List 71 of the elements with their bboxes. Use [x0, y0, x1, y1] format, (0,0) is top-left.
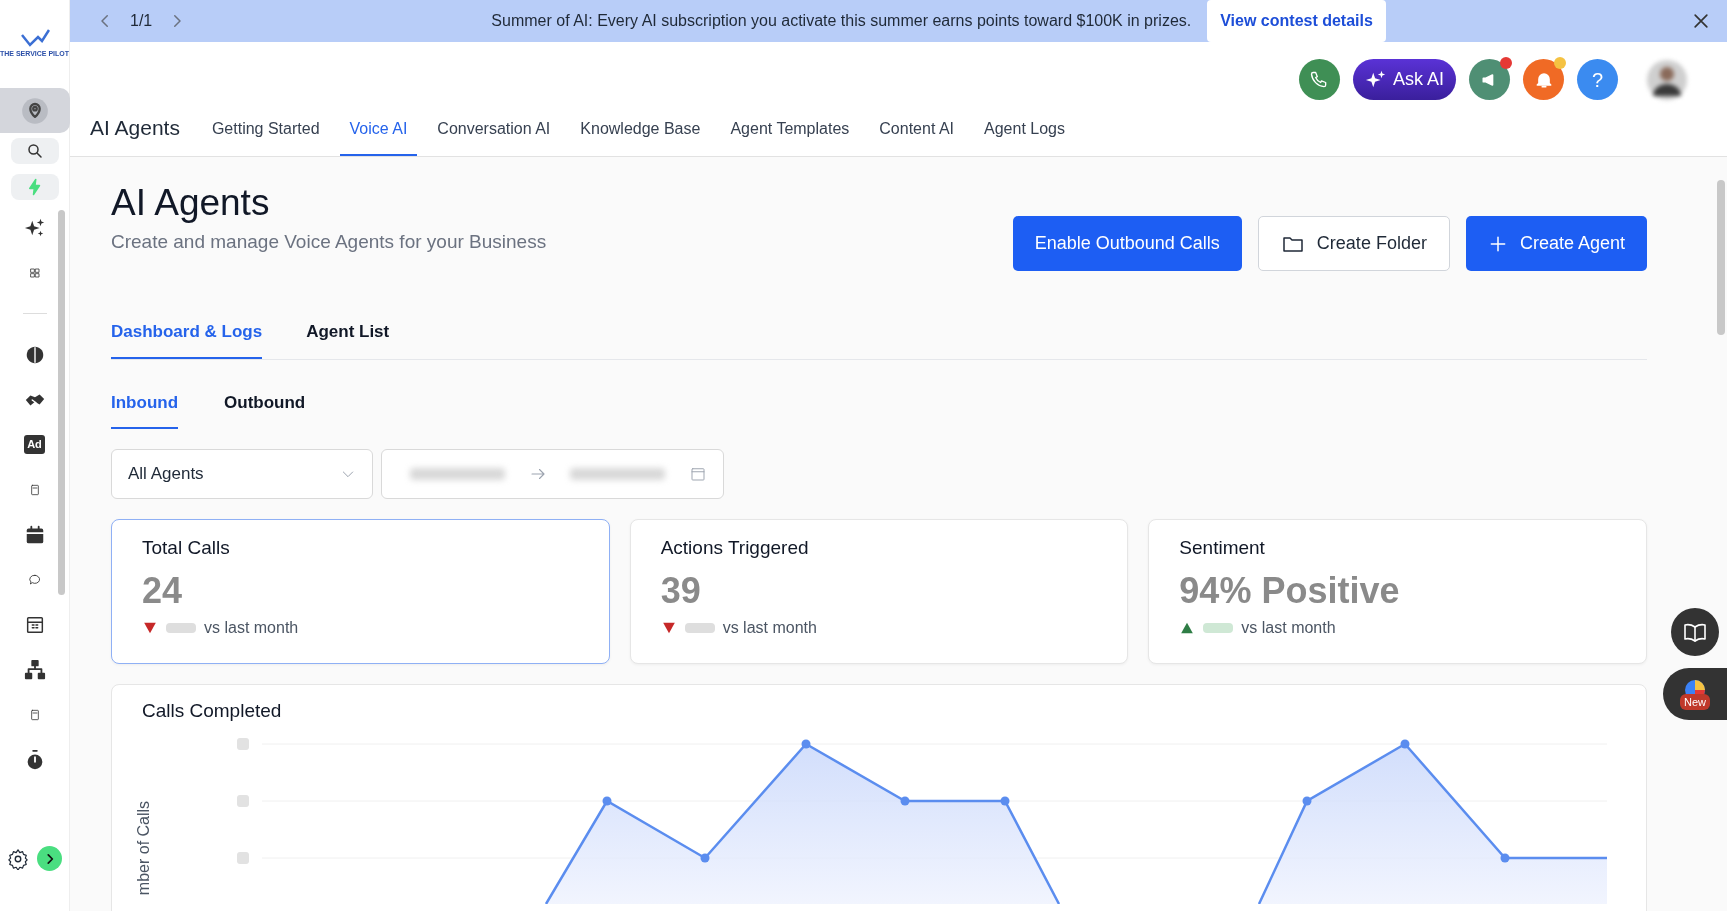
announcements-button[interactable] — [1469, 59, 1510, 101]
card-title: Total Calls — [142, 536, 231, 560]
card-value: 39 — [660, 568, 702, 612]
search-icon — [25, 142, 44, 160]
logo-icon — [19, 28, 50, 49]
data-point — [1500, 853, 1510, 862]
close-icon[interactable] — [1691, 11, 1711, 31]
nav-tab[interactable]: Agent Templates — [720, 117, 860, 156]
nav-tab[interactable]: Conversation AI — [427, 117, 561, 156]
settings-icon[interactable] — [7, 847, 29, 870]
scrollbar[interactable] — [1717, 180, 1725, 335]
stat-card[interactable]: Total Calls 24 vs last month — [111, 519, 610, 664]
date-range-field[interactable] — [381, 449, 724, 499]
whats-new-button[interactable]: New — [1663, 668, 1727, 720]
axis-label: mber of Calls — [134, 800, 154, 895]
nav-tab[interactable]: Agent Logs — [974, 117, 1075, 156]
direction-tab[interactable]: Inbound — [111, 389, 179, 429]
redacted-tick — [237, 851, 249, 864]
data-point — [602, 796, 612, 805]
phone-button[interactable] — [1298, 59, 1340, 101]
sidebar-item[interactable] — [0, 88, 70, 133]
redacted-text — [166, 622, 196, 633]
create-folder-button[interactable]: Create Folder — [1257, 216, 1450, 271]
guide-button[interactable] — [1671, 608, 1719, 656]
redacted-text — [684, 622, 715, 633]
nav-tab[interactable]: Getting Started — [201, 117, 330, 156]
nav-tab[interactable]: Voice AI — [339, 117, 418, 156]
pager-text: 1/1 — [130, 11, 153, 31]
create-agent-button[interactable]: Create Agent — [1465, 216, 1647, 271]
scrollbar[interactable] — [58, 210, 65, 595]
ask-ai-button[interactable]: Ask AI — [1352, 59, 1456, 101]
calendar-icon — [23, 523, 46, 546]
data-point — [700, 853, 710, 862]
redacted-text — [1203, 622, 1234, 633]
agent-select[interactable]: All Agents — [111, 449, 373, 499]
avatar[interactable] — [1645, 57, 1689, 102]
section-tab[interactable]: Agent List — [306, 319, 390, 359]
comparison-text: vs last month — [722, 617, 817, 638]
data-point — [1400, 739, 1410, 748]
redacted-tick — [237, 737, 249, 750]
redacted-tick — [237, 794, 249, 807]
calendar-icon — [688, 465, 707, 483]
stat-card[interactable]: Actions Triggered 39 vs last month — [629, 519, 1129, 664]
sitemap-icon — [23, 658, 46, 681]
section-tab[interactable]: Dashboard & Logs — [111, 319, 263, 359]
card-value: 94% Positive — [1179, 568, 1401, 612]
data-point — [900, 796, 910, 805]
stat-card[interactable]: Sentiment 94% Positive vs last month — [1148, 519, 1647, 664]
nav-tab[interactable]: Content AI — [869, 117, 964, 156]
chart-title: Calls Completed — [142, 699, 283, 723]
contest-link[interactable]: View contest details — [1207, 0, 1386, 42]
data-point — [801, 739, 811, 748]
notifications-button[interactable] — [1523, 59, 1564, 101]
data-point — [1000, 796, 1010, 805]
data-point — [1302, 796, 1312, 805]
enable-outbound-button[interactable]: Enable Outbound Calls — [1012, 216, 1242, 271]
sidebar-item[interactable]: Ad — [0, 422, 70, 467]
location-pin-icon — [20, 96, 49, 125]
card-title: Sentiment — [1179, 536, 1266, 560]
card-title: Actions Triggered — [660, 536, 810, 560]
sparkles-icon — [23, 216, 46, 239]
page-title: AI Agents — [111, 183, 271, 224]
comparison-text: vs last month — [1241, 617, 1336, 638]
banner-message: Summer of AI: Every AI subscription you activate this summer earns points toward $100K in prizes. — [491, 11, 1192, 31]
direction-tab[interactable]: Outbound — [224, 389, 306, 429]
card-value: 24 — [142, 568, 184, 612]
nav-tab[interactable]: Knowledge Base — [570, 117, 711, 156]
expand-button[interactable] — [37, 846, 62, 871]
app-title: AI Agents — [90, 114, 180, 141]
page-subtitle: Create and manage Voice Agents for your Business — [111, 229, 547, 254]
comparison-text: vs last month — [204, 617, 299, 638]
